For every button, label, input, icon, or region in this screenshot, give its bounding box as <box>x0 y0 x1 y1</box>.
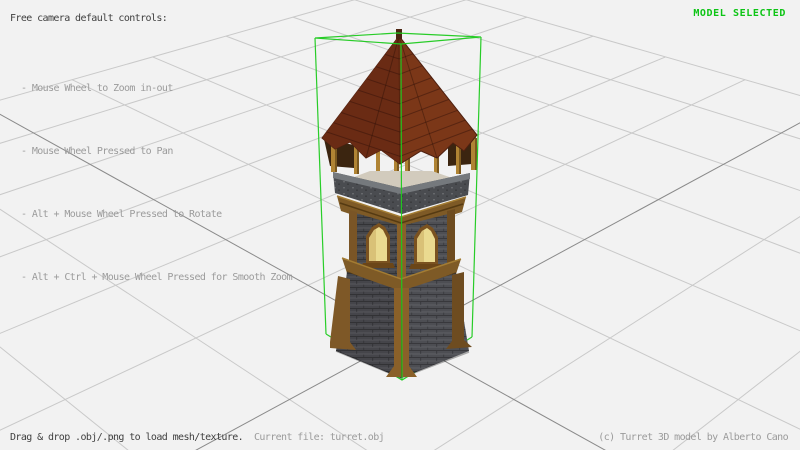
credit-label: (c) Turret 3D model by Alberto Cano <box>598 432 788 443</box>
controls-list: - Mouse Wheel to Zoom in-out - Mouse Whe… <box>21 36 292 330</box>
current-file-label: Current file: turret.obj <box>254 432 384 443</box>
control-hint: - Mouse Wheel Pressed to Pan <box>21 141 292 162</box>
corner-post-left <box>349 210 357 266</box>
controls-title: Free camera default controls: <box>10 13 167 24</box>
footer-left: Drag & drop .obj/.png to load mesh/textu… <box>10 432 384 443</box>
roof-finial <box>396 29 402 39</box>
status-badge: MODEL SELECTED <box>693 8 786 19</box>
viewport-3d[interactable]: Free camera default controls: - Mouse Wh… <box>0 0 800 450</box>
control-hint: - Alt + Ctrl + Mouse Wheel Pressed for S… <box>21 267 292 288</box>
grid-line <box>226 36 800 399</box>
control-hint: - Alt + Mouse Wheel Pressed to Rotate <box>21 204 292 225</box>
roof <box>322 29 477 164</box>
corner-post-right <box>447 209 455 265</box>
drop-hint: Drag & drop .obj/.png to load mesh/textu… <box>10 432 243 443</box>
control-hint: - Mouse Wheel to Zoom in-out <box>21 78 292 99</box>
